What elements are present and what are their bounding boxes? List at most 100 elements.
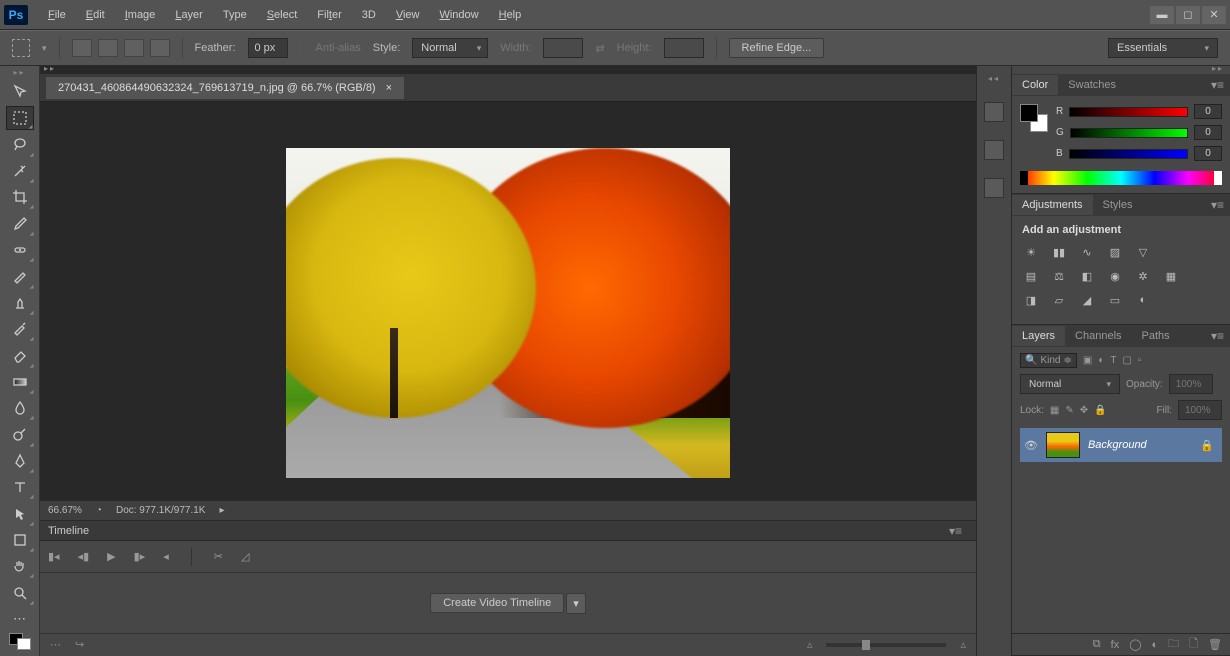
filter-smart-icon[interactable]: ▫ (1138, 355, 1142, 366)
zoom-level[interactable]: 66.67% (48, 505, 82, 516)
menu-3d[interactable]: 3D (352, 5, 386, 25)
timeline-render-icon[interactable]: ↪ (75, 638, 84, 651)
timeline-zoom-out-icon[interactable]: ▵ (807, 638, 813, 651)
status-preview-icon[interactable]: ◔ (96, 505, 102, 516)
channelmixer-icon[interactable]: ✲ (1134, 268, 1152, 284)
timeline-tab[interactable]: Timeline (48, 525, 89, 537)
pen-tool[interactable] (6, 449, 34, 473)
style-dropdown[interactable]: Normal (412, 38, 488, 58)
fx-icon[interactable]: fx (1111, 639, 1120, 651)
create-timeline-dropdown[interactable]: ▾ (566, 593, 586, 614)
path-selection-tool[interactable] (6, 501, 34, 525)
colorlookup-icon[interactable]: ▦ (1162, 268, 1180, 284)
marquee-tool-icon[interactable] (12, 39, 30, 57)
opacity-input[interactable]: 100% (1169, 374, 1213, 394)
feather-input[interactable]: 0 px (248, 38, 288, 58)
filter-adjust-icon[interactable]: ◐ (1098, 355, 1104, 366)
eyedropper-tool[interactable] (6, 211, 34, 235)
selection-new-icon[interactable] (72, 39, 92, 57)
threshold-icon[interactable]: ◢ (1078, 292, 1096, 308)
new-adjustment-icon[interactable]: ◐ (1152, 639, 1159, 651)
document-tab[interactable]: 270431_460864490632324_769613719_n.jpg @… (46, 77, 404, 99)
color-tab[interactable]: Color (1012, 75, 1058, 95)
brush-tool[interactable] (6, 264, 34, 288)
adjustments-panel-menu-icon[interactable]: ▾≡ (1211, 198, 1230, 212)
g-value[interactable]: 0 (1194, 125, 1222, 140)
timeline-audio-icon[interactable]: ◂ (163, 550, 169, 563)
styles-tab[interactable]: Styles (1093, 195, 1143, 215)
layers-panel-menu-icon[interactable]: ▾≡ (1211, 329, 1230, 343)
vibrance-icon[interactable]: ▽ (1134, 244, 1152, 260)
eraser-tool[interactable] (6, 343, 34, 367)
shape-tool[interactable] (6, 528, 34, 552)
blend-mode-dropdown[interactable]: Normal (1020, 374, 1120, 394)
maximize-button[interactable]: ◻ (1176, 6, 1200, 24)
lock-position-icon[interactable]: ✥ (1080, 405, 1088, 416)
timeline-transition-icon[interactable]: ◿ (241, 550, 249, 563)
timeline-loop-icon[interactable]: ⋯ (50, 638, 61, 651)
new-group-icon[interactable]: 🗀 (1168, 635, 1179, 654)
channels-tab[interactable]: Channels (1065, 326, 1131, 346)
menu-filter[interactable]: Filter (307, 5, 351, 25)
tool-preset-dropdown[interactable] (42, 42, 47, 54)
selection-subtract-icon[interactable] (124, 39, 144, 57)
clone-stamp-tool[interactable] (6, 291, 34, 315)
crop-tool[interactable] (6, 185, 34, 209)
menu-edit[interactable]: Edit (76, 5, 115, 25)
posterize-icon[interactable]: ▱ (1050, 292, 1068, 308)
b-value[interactable]: 0 (1194, 146, 1222, 161)
magic-wand-tool[interactable] (6, 159, 34, 183)
color-spectrum[interactable] (1020, 171, 1222, 185)
bw-icon[interactable]: ◧ (1078, 268, 1096, 284)
close-tab-icon[interactable]: × (386, 82, 392, 94)
color-panel-menu-icon[interactable]: ▾≡ (1211, 78, 1230, 92)
timeline-split-icon[interactable]: ✂ (214, 550, 223, 563)
menu-image[interactable]: Image (115, 5, 166, 25)
lasso-tool[interactable] (6, 132, 34, 156)
layers-tab[interactable]: Layers (1012, 326, 1065, 346)
delete-layer-icon[interactable]: 🗑 (1208, 638, 1222, 651)
move-tool[interactable] (6, 80, 34, 104)
selection-add-icon[interactable] (98, 39, 118, 57)
workspace-dropdown[interactable]: Essentials (1108, 38, 1218, 58)
dodge-tool[interactable] (6, 422, 34, 446)
fill-input[interactable]: 100% (1178, 400, 1222, 420)
layer-thumbnail[interactable] (1046, 432, 1080, 458)
new-layer-icon[interactable]: 🗋 (1189, 635, 1198, 654)
timeline-prev-frame-icon[interactable]: ◂▮ (78, 550, 90, 563)
timeline-first-frame-icon[interactable]: ▮◂ (48, 550, 60, 563)
levels-icon[interactable]: ▮▮ (1050, 244, 1068, 260)
menu-select[interactable]: Select (257, 5, 308, 25)
hand-tool[interactable] (6, 554, 34, 578)
layer-background[interactable]: 👁 Background 🔒 (1020, 428, 1222, 462)
menu-file[interactable]: File (38, 5, 76, 25)
timeline-next-frame-icon[interactable]: ▮▸ (134, 550, 146, 563)
canvas[interactable] (40, 102, 976, 500)
mask-icon[interactable]: ◯ (1129, 638, 1141, 651)
info-panel-icon[interactable] (984, 178, 1004, 198)
menu-layer[interactable]: Layer (165, 5, 213, 25)
g-slider[interactable] (1070, 128, 1188, 138)
foreground-background-swatch[interactable] (1020, 104, 1048, 132)
hue-icon[interactable]: ▤ (1022, 268, 1040, 284)
history-brush-tool[interactable] (6, 317, 34, 341)
swatches-tab[interactable]: Swatches (1058, 75, 1126, 95)
r-value[interactable]: 0 (1194, 104, 1222, 119)
photofilter-icon[interactable]: ◉ (1106, 268, 1124, 284)
menu-window[interactable]: Window (429, 5, 488, 25)
timeline-menu-icon[interactable]: ▾≡ (949, 524, 968, 538)
properties-panel-icon[interactable] (984, 140, 1004, 160)
gradient-tool[interactable] (6, 370, 34, 394)
filter-pixel-icon[interactable]: ▣ (1083, 355, 1092, 366)
adjustments-tab[interactable]: Adjustments (1012, 195, 1093, 215)
history-panel-icon[interactable] (984, 102, 1004, 122)
type-tool[interactable] (6, 475, 34, 499)
r-slider[interactable] (1069, 107, 1188, 117)
menu-view[interactable]: View (386, 5, 430, 25)
link-layers-icon[interactable]: ⧉ (1093, 638, 1101, 651)
edit-toolbar[interactable]: ⋯ (6, 607, 34, 631)
close-button[interactable]: ✕ (1202, 6, 1226, 24)
refine-edge-button[interactable]: Refine Edge... (729, 38, 825, 58)
exposure-icon[interactable]: ▨ (1106, 244, 1124, 260)
selectivecolor-icon[interactable]: ◐ (1134, 292, 1152, 308)
